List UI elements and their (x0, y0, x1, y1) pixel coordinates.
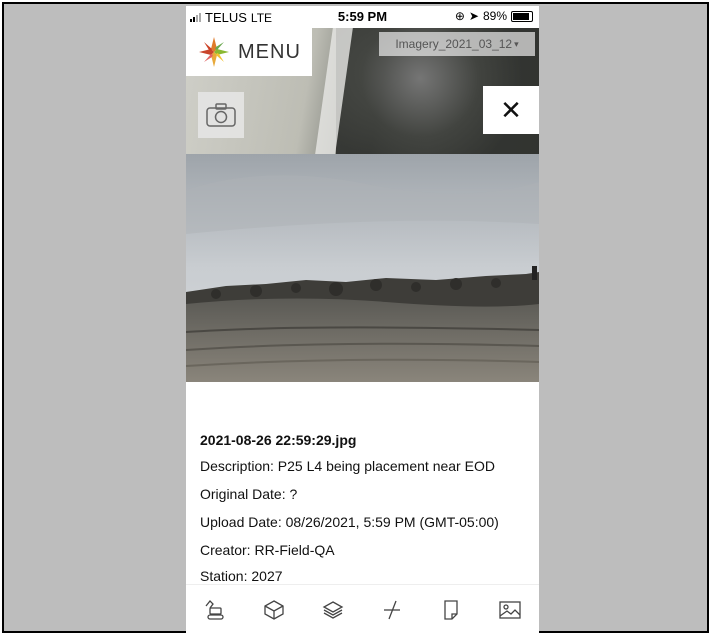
photo-creator: Creator: RR-Field-QA (200, 542, 335, 558)
toolbar-image-button[interactable] (493, 593, 527, 627)
orientation-lock-icon: ⊕ (454, 9, 465, 23)
imagery-selector[interactable]: Imagery_2021_03_12 ▾ (379, 32, 535, 56)
toolbar-note-button[interactable] (434, 593, 468, 627)
toolbar-layers-button[interactable] (316, 593, 350, 627)
excavator-icon (205, 599, 225, 620)
location-arrow-icon: ➤ (468, 9, 479, 23)
close-button[interactable]: ✕ (483, 86, 539, 134)
site-photo (186, 154, 539, 382)
photo-description: Description: P25 L4 being placement near… (200, 458, 495, 474)
camera-icon (206, 103, 236, 127)
phone-screen: TELUS LTE 5:59 PM ⊕ ➤ 89% MENU Imagery_2… (186, 6, 539, 633)
toolbar-measure-button[interactable] (375, 593, 409, 627)
toolbar-equipment-button[interactable] (198, 593, 232, 627)
chevron-down-icon: ▾ (514, 38, 519, 49)
menu-label: MENU (238, 40, 301, 63)
menu-button[interactable]: MENU (186, 28, 312, 76)
battery-percent: 89% (482, 9, 507, 23)
photo-info-panel: 2021-08-26 22:59:29.jpg Description: P25… (186, 382, 539, 584)
status-right: ⊕ ➤ 89% (455, 9, 533, 23)
cube-icon (264, 599, 284, 620)
photo-upload-date: Upload Date: 08/26/2021, 5:59 PM (GMT-05… (200, 514, 499, 530)
toolbar-3d-button[interactable] (257, 593, 291, 627)
camera-button[interactable] (198, 92, 244, 138)
photo-filename: 2021-08-26 22:59:29.jpg (200, 432, 357, 448)
note-icon (444, 599, 458, 620)
photo-station: Station: 2027 (200, 568, 283, 584)
status-bar: TELUS LTE 5:59 PM ⊕ ➤ 89% (186, 6, 539, 28)
bottom-toolbar (186, 584, 539, 633)
app-logo-icon (198, 36, 230, 68)
layers-icon (322, 600, 344, 619)
imagery-label: Imagery_2021_03_12 (395, 37, 513, 51)
photo-original-date: Original Date: ? (200, 486, 298, 502)
battery-icon (511, 10, 533, 22)
close-icon: ✕ (500, 94, 522, 125)
image-icon (498, 600, 521, 619)
measure-icon (383, 600, 400, 619)
